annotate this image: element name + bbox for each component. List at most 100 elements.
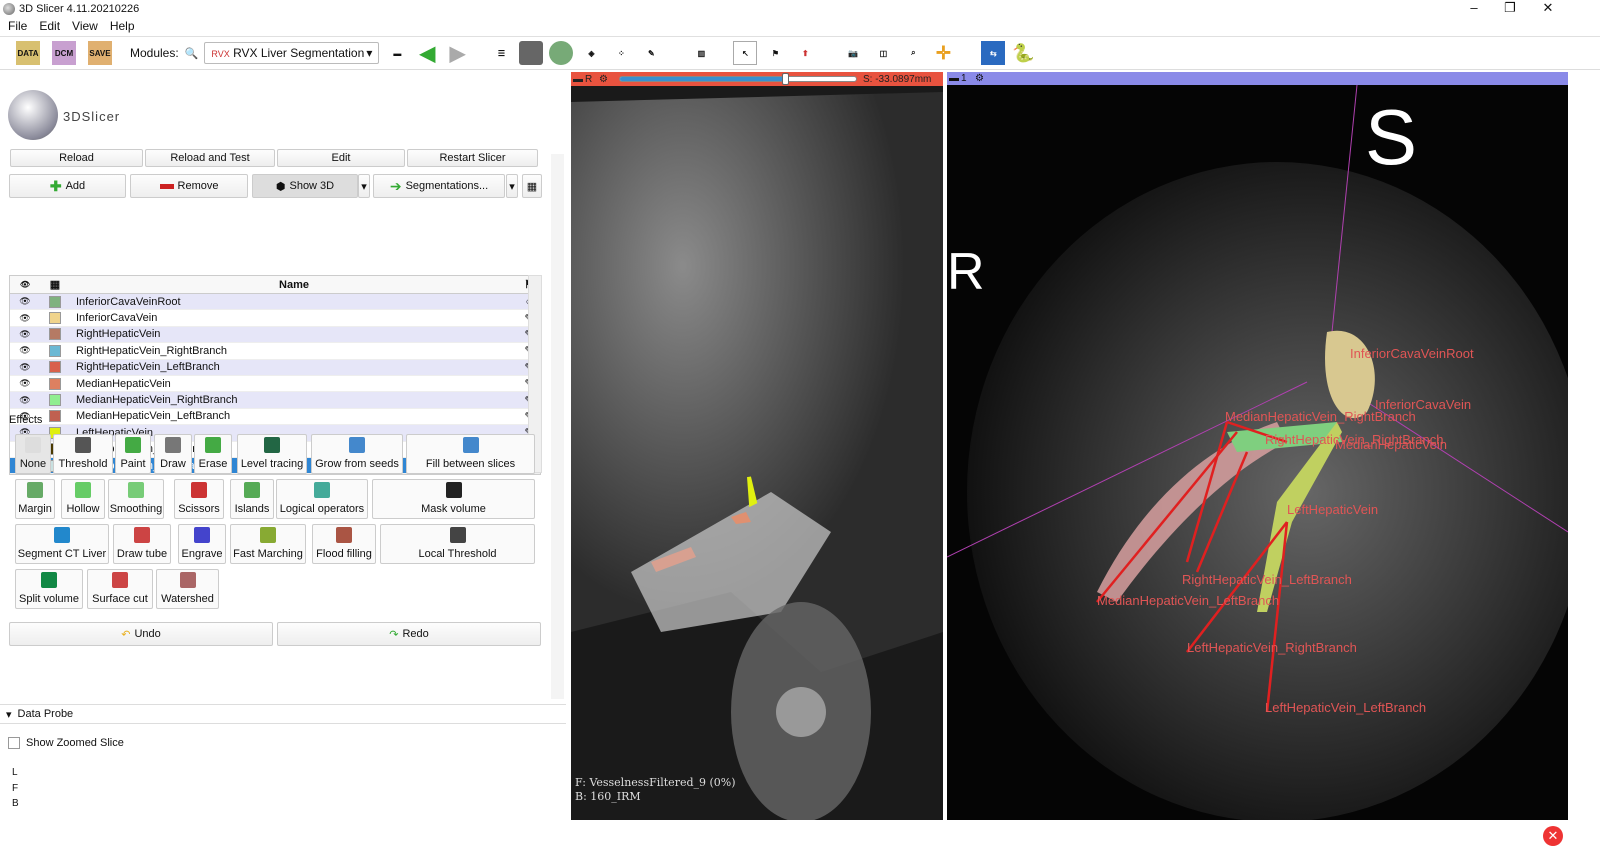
segment-options-icon[interactable]: ▦ — [522, 174, 542, 198]
pin-icon[interactable]: ▬ — [571, 74, 585, 85]
segment-editor-icon[interactable]: ✎ — [639, 41, 663, 65]
restart-slicer-button[interactable]: Restart Slicer — [407, 149, 538, 167]
segment-color-swatch[interactable] — [40, 295, 70, 308]
effect-watershed-button[interactable]: Watershed — [156, 569, 219, 609]
eye-icon[interactable]: 👁 — [10, 296, 40, 307]
scene-view-icon[interactable]: ◫ — [871, 41, 895, 65]
module-history-icon[interactable]: ▬ — [385, 41, 409, 65]
data-tree-icon[interactable]: ☰ — [489, 41, 513, 65]
effect-logical-operators-button[interactable]: Logical operators — [276, 479, 368, 519]
menu-file[interactable]: File — [8, 19, 27, 33]
color-swatch[interactable] — [49, 377, 61, 390]
undo-button[interactable]: ↶ Undo — [9, 622, 273, 646]
segment-name[interactable]: InferiorCavaVein — [70, 312, 518, 324]
reload-test-button[interactable]: Reload and Test — [145, 149, 275, 167]
effect-fill-between-slices-button[interactable]: Fill between slices — [406, 434, 535, 474]
effect-scissors-button[interactable]: Scissors — [174, 479, 224, 519]
effect-draw-button[interactable]: Draw — [154, 434, 192, 474]
reload-button[interactable]: Reload — [10, 149, 143, 167]
color-swatch[interactable] — [49, 295, 61, 308]
edit-button[interactable]: Edit — [277, 149, 405, 167]
pointer-icon[interactable]: ↖ — [733, 41, 758, 65]
remove-segment-button[interactable]: Remove — [130, 174, 248, 198]
effect-engrave-button[interactable]: Engrave — [178, 524, 226, 564]
module-search-icon[interactable]: 🔍 — [185, 47, 199, 60]
segment-name[interactable]: RightHepaticVein_LeftBranch — [70, 361, 518, 373]
segment-color-swatch[interactable] — [40, 394, 70, 407]
show-3d-dropdown[interactable]: ▾ — [358, 174, 370, 198]
segment-color-swatch[interactable] — [40, 312, 70, 325]
screenshot-icon[interactable]: 📷 — [841, 41, 865, 65]
effect-flood-filling-button[interactable]: Flood filling — [312, 524, 376, 564]
crosshair-toggle-icon[interactable]: ✛ — [931, 41, 955, 65]
effect-paint-button[interactable]: Paint — [115, 434, 151, 474]
error-log-icon[interactable]: ✕ — [1543, 826, 1563, 846]
color-swatch[interactable] — [49, 361, 61, 374]
segment-row[interactable]: 👁RightHepaticVein_RightBranch✎ — [10, 343, 540, 360]
eye-icon[interactable]: 👁 — [10, 395, 40, 406]
segment-row[interactable]: 👁MedianHepaticVein_LeftBranch✎ — [10, 409, 540, 426]
segment-color-swatch[interactable] — [40, 361, 70, 374]
link-icon[interactable]: ⚙ — [599, 74, 613, 85]
show-zoomed-slice-checkbox[interactable]: Show Zoomed Slice — [8, 737, 124, 749]
back-arrow-icon[interactable]: ◀ — [415, 41, 439, 65]
segment-name[interactable]: MedianHepaticVein — [70, 378, 518, 390]
effect-fast-marching-button[interactable]: Fast Marching — [230, 524, 306, 564]
dicom-icon[interactable]: DCM — [52, 41, 76, 65]
segment-name[interactable]: RightHepaticVein — [70, 328, 518, 340]
crosshair-icon[interactable]: ⬆ — [793, 41, 817, 65]
volume-cube-icon[interactable] — [519, 41, 544, 65]
zoom-icon[interactable]: ⌕ — [901, 41, 925, 65]
pin-icon[interactable]: ▬ — [947, 73, 961, 84]
segment-color-swatch[interactable] — [40, 410, 70, 423]
panel-scrollbar[interactable] — [551, 154, 564, 699]
data-probe-section[interactable]: ▾ Data Probe — [0, 704, 566, 724]
effect-erase-button[interactable]: Erase — [194, 434, 232, 474]
python-icon[interactable]: 🐍 — [1011, 41, 1035, 65]
eye-icon[interactable]: 👁 — [10, 362, 40, 373]
segment-color-swatch[interactable] — [40, 344, 70, 357]
segment-row[interactable]: 👁MedianHepaticVein✎ — [10, 376, 540, 393]
eye-icon[interactable]: 👁 — [10, 378, 40, 389]
show-3d-button[interactable]: ⬢ Show 3D — [252, 174, 358, 198]
segment-name[interactable]: MedianHepaticVein_RightBranch — [70, 394, 518, 406]
name-header[interactable]: Name — [70, 279, 518, 291]
segment-row[interactable]: 👁MedianHepaticVein_RightBranch✎ — [10, 392, 540, 409]
menu-help[interactable]: Help — [110, 19, 135, 33]
segment-color-swatch[interactable] — [40, 377, 70, 390]
extension-manager-icon[interactable]: ⇆ — [981, 41, 1006, 65]
3d-view[interactable]: ▬ 1 ⚙ S R InferiorCavaVeinRoot InferiorCa… — [947, 72, 1568, 820]
effect-draw-tube-button[interactable]: Draw tube — [113, 524, 171, 564]
effect-islands-button[interactable]: Islands — [230, 479, 274, 519]
markups-icon[interactable]: ⁘ — [609, 41, 633, 65]
effect-local-threshold-button[interactable]: Local Threshold — [380, 524, 535, 564]
maximize-button[interactable]: ❐ — [1492, 0, 1528, 16]
segment-row[interactable]: 👁RightHepaticVein✎ — [10, 326, 540, 344]
transform-icon[interactable]: ◈ — [579, 41, 603, 65]
color-swatch[interactable] — [49, 344, 61, 357]
segment-name[interactable]: RightHepaticVein_RightBranch — [70, 345, 518, 357]
visibility-header-icon[interactable]: 👁 — [10, 280, 40, 289]
segmentations-button[interactable]: ➔ Segmentations... — [373, 174, 505, 198]
effect-segment-ct-liver-button[interactable]: Segment CT Liver — [15, 524, 109, 564]
model-icon[interactable] — [549, 41, 574, 65]
place-fiducial-icon[interactable]: ⚑ — [763, 41, 787, 65]
segmentations-dropdown[interactable]: ▾ — [506, 174, 518, 198]
effect-level-tracing-button[interactable]: Level tracing — [237, 434, 307, 474]
eye-icon[interactable]: 👁 — [10, 329, 40, 340]
effect-surface-cut-button[interactable]: Surface cut — [87, 569, 153, 609]
forward-arrow-icon[interactable]: ▶ — [445, 41, 469, 65]
menu-view[interactable]: View — [72, 19, 98, 33]
effect-mask-volume-button[interactable]: Mask volume — [372, 479, 535, 519]
module-selector[interactable]: RVX RVX Liver Segmentation ▾ — [204, 42, 380, 64]
add-segment-button[interactable]: ✚ Add — [9, 174, 126, 198]
effect-hollow-button[interactable]: Hollow — [61, 479, 105, 519]
segment-row[interactable]: 👁InferiorCavaVeinRoot○ — [10, 294, 540, 311]
color-swatch[interactable] — [49, 312, 61, 325]
checkbox-box[interactable] — [8, 737, 20, 749]
eye-icon[interactable]: 👁 — [10, 313, 40, 324]
redo-button[interactable]: ↷ Redo — [277, 622, 541, 646]
red-slice-view[interactable]: ▬ R ⚙ S: -33.0897mm F: VesselnessFiltere… — [571, 72, 943, 820]
close-button[interactable]: ✕ — [1530, 0, 1566, 16]
segment-color-swatch[interactable] — [40, 328, 70, 341]
